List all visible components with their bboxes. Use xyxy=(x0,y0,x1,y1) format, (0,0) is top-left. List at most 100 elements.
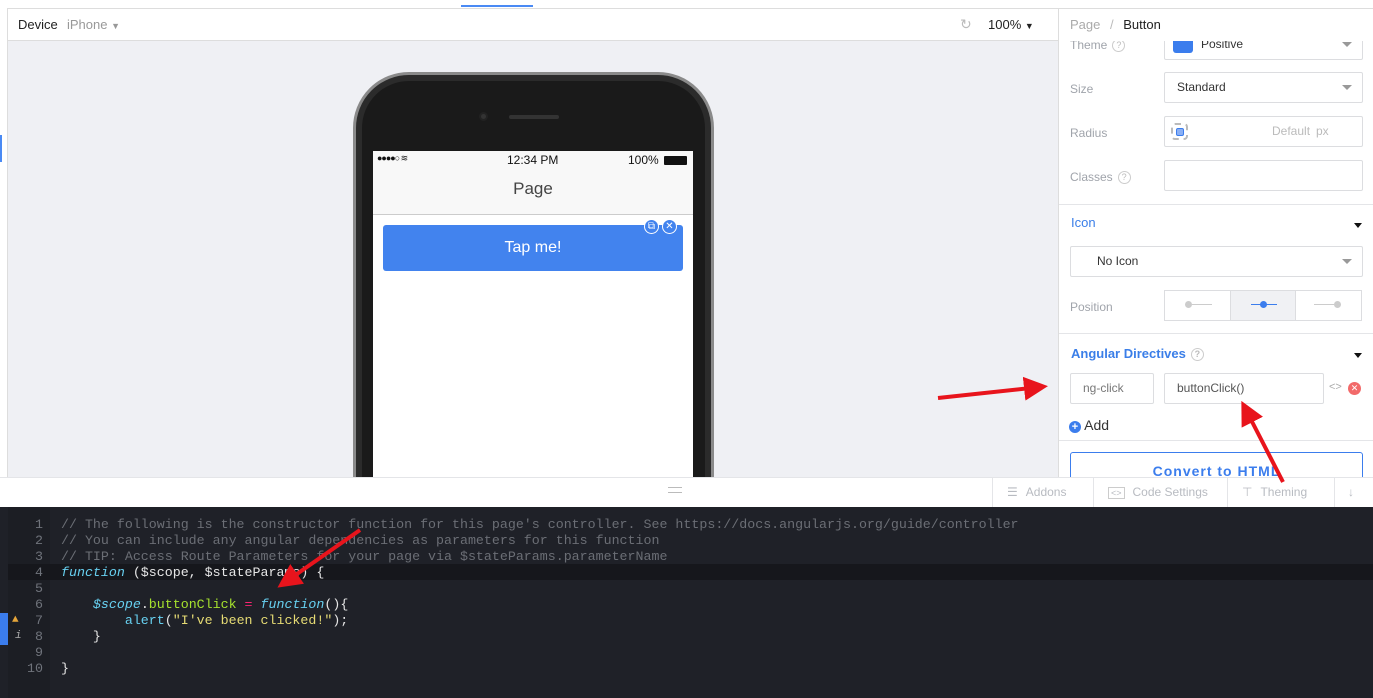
line-number: 1 xyxy=(35,517,43,532)
breadcrumb-page[interactable]: Page xyxy=(1070,17,1100,32)
icon-section-title[interactable]: Icon xyxy=(1071,215,1096,230)
code-token: $scope xyxy=(92,597,141,612)
code-token: buttonClick xyxy=(148,597,237,612)
chevron-down-icon: ▼ xyxy=(111,21,121,31)
bottom-toolbar: ☰ Addons <> Code Settings ⊤ Theming ↓ xyxy=(0,477,1373,508)
convert-section: Convert to HTML xyxy=(1059,440,1373,478)
active-tab-indicator xyxy=(461,5,533,7)
icon-section: Icon No Icon Position xyxy=(1059,204,1373,334)
position-center-button[interactable] xyxy=(1230,291,1297,320)
refresh-icon[interactable]: ↻ xyxy=(960,16,972,33)
code-token: alert xyxy=(124,613,165,628)
add-directive-button[interactable]: + Add xyxy=(1069,417,1109,433)
code-token: function xyxy=(61,565,125,580)
code-token: function xyxy=(260,597,325,612)
canvas-header: Device iPhone ▼ ↻ 100% ▼ xyxy=(8,8,1058,41)
code-token: = xyxy=(236,597,261,612)
breadcrumb: Page / Button xyxy=(1059,9,1373,41)
chevron-down-icon: ▼ xyxy=(1024,21,1034,31)
status-time: 12:34 PM xyxy=(507,153,559,167)
code-line[interactable]: } xyxy=(61,629,101,645)
breadcrumb-separator: / xyxy=(1110,17,1114,32)
code-token: ); xyxy=(332,613,349,628)
radius-placeholder: Default xyxy=(1272,124,1311,138)
code-line[interactable]: // You can include any angular dependenc… xyxy=(61,533,659,549)
tap-me-button[interactable]: Tap me! ⧉ ✕ xyxy=(383,219,683,271)
line-number: 8 xyxy=(35,629,43,644)
angular-directives-title[interactable]: Angular Directives? xyxy=(1071,346,1204,362)
zoom-select[interactable]: 100% ▼ xyxy=(988,17,1034,32)
classes-input[interactable] xyxy=(1164,160,1363,191)
battery-icon xyxy=(664,156,687,165)
code-line[interactable]: // TIP: Access Route Parameters for your… xyxy=(61,549,667,565)
line-number: 10 xyxy=(27,661,43,676)
battery-percent: 100% xyxy=(628,153,659,167)
phone-screen: ●●●●○ ≋ 12:34 PM 100% Page Tap me! ⧉ ✕ xyxy=(373,151,693,477)
code-line[interactable]: // The following is the constructor func… xyxy=(61,517,1019,533)
nav-bar-title: Page xyxy=(373,169,693,215)
device-label: Device xyxy=(18,17,58,32)
plus-icon: + xyxy=(1069,421,1081,433)
classes-label: Classes? xyxy=(1070,170,1131,185)
duplicate-icon[interactable]: ⧉ xyxy=(644,219,659,234)
collapse-icon[interactable] xyxy=(1354,223,1362,228)
code-token: "I've been clicked!" xyxy=(172,613,333,628)
icon-value: No Icon xyxy=(1097,254,1139,268)
sidebar-active-marker xyxy=(0,135,2,162)
help-icon[interactable]: ? xyxy=(1117,171,1131,185)
speaker-icon xyxy=(509,115,559,119)
left-sidebar xyxy=(0,8,8,478)
code-editor[interactable]: ▲ i 1// The following is the constructor… xyxy=(0,507,1373,698)
collapse-icon[interactable] xyxy=(1354,353,1362,358)
convert-to-html-button[interactable]: Convert to HTML xyxy=(1070,452,1363,478)
paint-roller-icon: ⊤ xyxy=(1242,485,1253,499)
size-value: Standard xyxy=(1177,80,1226,94)
line-number: 2 xyxy=(35,533,43,548)
directive-value-input[interactable]: buttonClick() xyxy=(1164,373,1324,404)
breadcrumb-button: Button xyxy=(1123,17,1161,32)
design-canvas: ●●●●○ ≋ 12:34 PM 100% Page Tap me! ⧉ ✕ xyxy=(8,41,1058,477)
chevron-down-icon xyxy=(1342,259,1352,264)
radius-corner-icon xyxy=(1171,123,1188,140)
remove-directive-icon[interactable]: ✕ xyxy=(1348,382,1361,395)
zoom-value: 100% xyxy=(988,17,1022,32)
line-number: 5 xyxy=(35,581,43,596)
radius-input[interactable]: Default px xyxy=(1164,116,1363,147)
position-label: Position xyxy=(1070,300,1113,314)
angular-directives-section: Angular Directives? ng-click buttonClick… xyxy=(1059,333,1373,441)
code-line[interactable]: } xyxy=(61,661,69,677)
addons-tab[interactable]: ☰ Addons xyxy=(992,478,1093,508)
size-select[interactable]: Standard xyxy=(1164,72,1363,103)
device-select[interactable]: iPhone ▼ xyxy=(67,17,120,32)
collapse-down-icon[interactable]: ↓ xyxy=(1334,478,1373,508)
radius-unit: px xyxy=(1316,124,1329,138)
code-line[interactable]: $scope.buttonClick = function(){ xyxy=(61,597,348,613)
code-line[interactable]: alert("I've been clicked!"); xyxy=(61,613,348,629)
close-icon[interactable]: ✕ xyxy=(662,219,677,234)
position-toggle xyxy=(1164,290,1362,321)
device-value: iPhone xyxy=(67,17,108,32)
code-toggle-icon[interactable]: <> xyxy=(1329,381,1342,393)
help-icon[interactable]: ? xyxy=(1190,348,1204,362)
tap-me-label: Tap me! xyxy=(504,239,562,256)
status-bar: ●●●●○ ≋ 12:34 PM 100% xyxy=(373,151,693,169)
code-settings-tab[interactable]: <> Code Settings xyxy=(1093,478,1227,508)
signal-icon: ●●●●○ ≋ xyxy=(377,153,408,163)
icon-select[interactable]: No Icon xyxy=(1070,246,1363,277)
line-number: 4 xyxy=(35,565,43,580)
stack-icon: ☰ xyxy=(1007,485,1018,499)
resize-handle-icon[interactable] xyxy=(668,487,682,493)
help-icon[interactable]: ? xyxy=(1112,39,1126,53)
directive-name-input[interactable]: ng-click xyxy=(1070,373,1154,404)
line-number: 6 xyxy=(35,597,43,612)
position-right-button[interactable] xyxy=(1296,291,1361,320)
theming-tab[interactable]: ⊤ Theming xyxy=(1227,478,1334,508)
code-icon: <> xyxy=(1108,487,1125,499)
size-label: Size xyxy=(1070,82,1094,96)
line-number: 7 xyxy=(35,613,43,628)
position-left-button[interactable] xyxy=(1165,291,1231,320)
chevron-down-icon xyxy=(1342,42,1352,47)
code-line[interactable]: function ($scope, $stateParams) { xyxy=(61,565,324,581)
code-token: (){ xyxy=(324,597,349,612)
chevron-down-icon xyxy=(1342,85,1352,90)
